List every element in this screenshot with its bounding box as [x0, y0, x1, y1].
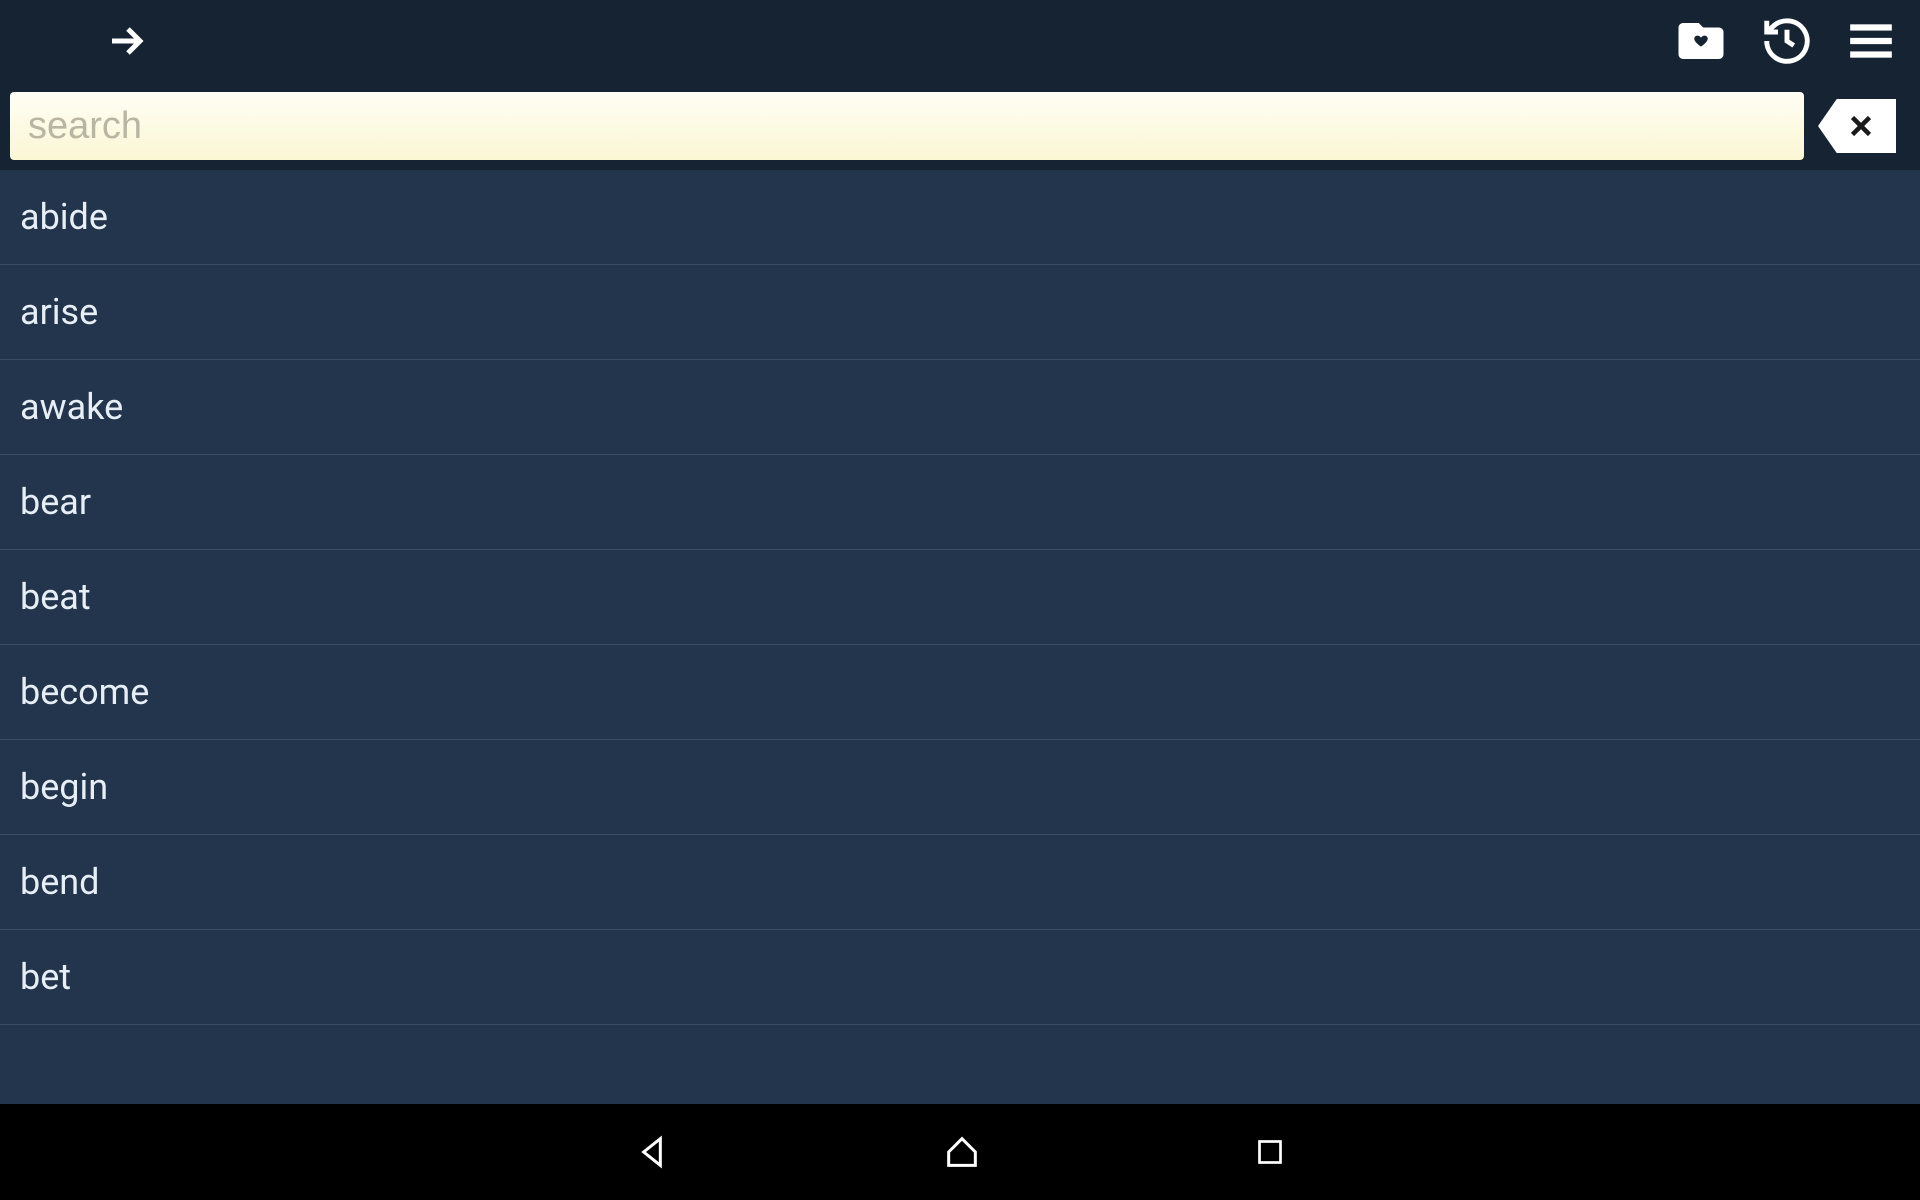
list-item[interactable]: begin	[0, 740, 1920, 835]
folder-heart-icon	[1674, 14, 1728, 68]
word-label: bend	[20, 861, 100, 903]
list-item[interactable]: bend	[0, 835, 1920, 930]
top-bar	[0, 0, 1920, 82]
word-label: abide	[20, 196, 108, 238]
forward-button[interactable]	[102, 17, 150, 65]
list-item[interactable]: awake	[0, 360, 1920, 455]
word-label: beat	[20, 576, 91, 618]
arrow-right-icon	[102, 17, 150, 65]
close-icon	[1844, 109, 1878, 143]
search-input[interactable]	[10, 92, 1804, 160]
history-button[interactable]	[1760, 14, 1814, 68]
favorites-button[interactable]	[1674, 14, 1728, 68]
word-label: bear	[20, 481, 91, 523]
home-icon	[942, 1132, 982, 1172]
nav-back-button[interactable]	[632, 1132, 672, 1172]
square-recent-icon	[1252, 1134, 1288, 1170]
system-nav-bar	[0, 1104, 1920, 1200]
clear-search-button[interactable]	[1818, 99, 1896, 153]
hamburger-icon	[1846, 16, 1896, 66]
word-list[interactable]: abide arise awake bear beat become begin…	[0, 170, 1920, 1104]
word-label: become	[20, 671, 149, 713]
list-item[interactable]: bear	[0, 455, 1920, 550]
list-item[interactable]: bet	[0, 930, 1920, 1025]
word-label: begin	[20, 766, 108, 808]
history-icon	[1760, 14, 1814, 68]
top-right	[1674, 14, 1896, 68]
nav-recent-button[interactable]	[1252, 1134, 1288, 1170]
list-item[interactable]: arise	[0, 265, 1920, 360]
word-label: bet	[20, 956, 71, 998]
list-item[interactable]: become	[0, 645, 1920, 740]
word-label: arise	[20, 291, 98, 333]
list-item[interactable]: abide	[0, 170, 1920, 265]
menu-button[interactable]	[1846, 16, 1896, 66]
word-label: awake	[20, 386, 123, 428]
list-item[interactable]: beat	[0, 550, 1920, 645]
top-left	[24, 17, 150, 65]
search-row	[0, 82, 1920, 170]
nav-home-button[interactable]	[942, 1132, 982, 1172]
triangle-back-icon	[632, 1132, 672, 1172]
